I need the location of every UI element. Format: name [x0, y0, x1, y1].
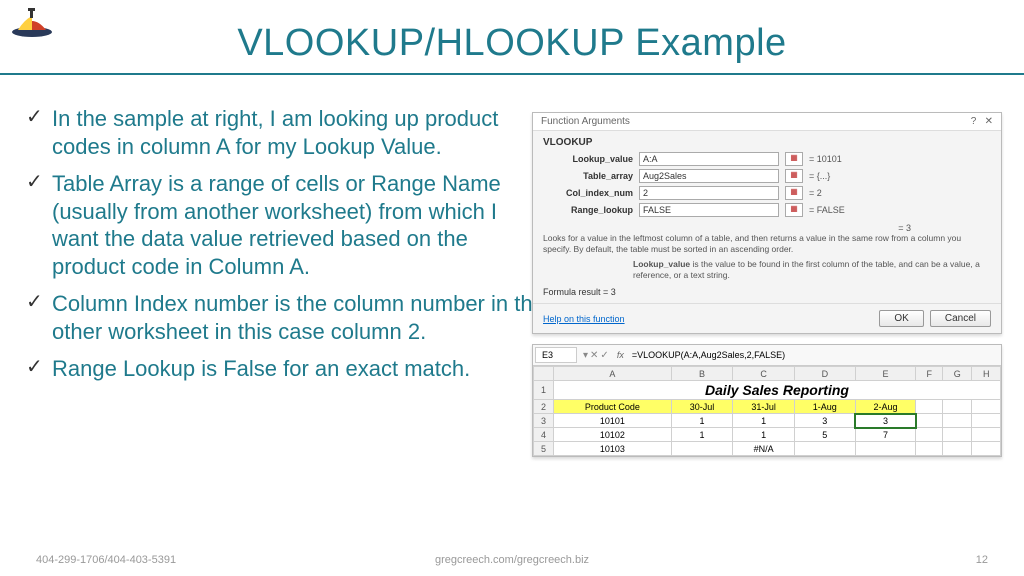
bullet-1: In the sample at right, I am looking up … — [22, 105, 502, 160]
header-row: 2 Product Code 30-Jul 31-Jul 1-Aug 2-Aug — [534, 400, 1001, 414]
formula-bar[interactable]: =VLOOKUP(A:A,Aug2Sales,2,FALSE) — [628, 348, 1001, 362]
logo-hat — [10, 6, 70, 43]
range-picker-icon[interactable]: ▦ — [785, 203, 803, 217]
eq-result: = 3 — [543, 223, 991, 233]
selected-cell[interactable]: 3 — [855, 414, 916, 428]
function-arguments-dialog: Function Arguments ? ✕ VLOOKUP Lookup_va… — [532, 112, 1002, 334]
footer-url: gregcreech.com/gregcreech.biz — [435, 554, 589, 566]
slide-title: VLOOKUP/HLOOKUP Example — [0, 0, 1024, 65]
dialog-title: Function Arguments — [541, 116, 630, 127]
footer-phone: 404-299-1706/404-403-5391 — [36, 554, 176, 566]
screenshot-area: Function Arguments ? ✕ VLOOKUP Lookup_va… — [532, 112, 1002, 457]
table-array-input[interactable]: Aug2Sales — [639, 169, 779, 183]
range-picker-icon[interactable]: ▦ — [785, 186, 803, 200]
help-link[interactable]: Help on this function — [543, 314, 625, 324]
formula-result-label: Formula result = 3 — [543, 287, 616, 297]
sheet-title[interactable]: Daily Sales Reporting — [554, 381, 1001, 400]
function-name: VLOOKUP — [543, 137, 991, 148]
ok-button[interactable]: OK — [879, 310, 923, 327]
range-lookup-input[interactable]: FALSE — [639, 203, 779, 217]
range-picker-icon[interactable]: ▦ — [785, 152, 803, 166]
window-controls: ? ✕ — [971, 116, 993, 127]
col-index-input[interactable]: 2 — [639, 186, 779, 200]
lookup-value-label: Lookup_value — [543, 154, 633, 164]
lookup-value-input[interactable]: A:A — [639, 152, 779, 166]
table-array-label: Table_array — [543, 171, 633, 181]
spreadsheet-grid: A B C D E F G H 1 Daily Sales Reporting … — [533, 366, 1001, 456]
title-divider — [0, 73, 1024, 75]
arg-description: Lookup_value is the value to be found in… — [543, 259, 991, 281]
excel-screenshot: E3 ▾✕✓ fx =VLOOKUP(A:A,Aug2Sales,2,FALSE… — [532, 344, 1002, 457]
name-box[interactable]: E3 — [535, 347, 577, 363]
lookup-value-result: = 10101 — [809, 154, 991, 164]
cancel-button[interactable]: Cancel — [930, 310, 991, 327]
table-row: 4 10102 1 1 5 7 — [534, 428, 1001, 442]
slide-number: 12 — [976, 554, 988, 566]
column-headers: A B C D E F G H — [534, 367, 1001, 381]
col-index-result: = 2 — [809, 188, 991, 198]
table-row: 3 10101 1 1 3 3 — [534, 414, 1001, 428]
formula-bar-buttons: ▾✕✓ — [579, 350, 613, 361]
table-row: 5 10103 #N/A — [534, 442, 1001, 456]
footer: 404-299-1706/404-403-5391 gregcreech.com… — [0, 554, 1024, 566]
fx-icon[interactable]: fx — [613, 348, 628, 362]
col-index-label: Col_index_num — [543, 188, 633, 198]
range-picker-icon[interactable]: ▦ — [785, 169, 803, 183]
range-lookup-result: = FALSE — [809, 205, 991, 215]
range-lookup-label: Range_lookup — [543, 205, 633, 215]
function-description: Looks for a value in the leftmost column… — [543, 233, 991, 255]
table-array-result: = {...} — [809, 171, 991, 181]
bullet-2: Table Array is a range of cells or Range… — [22, 170, 502, 280]
